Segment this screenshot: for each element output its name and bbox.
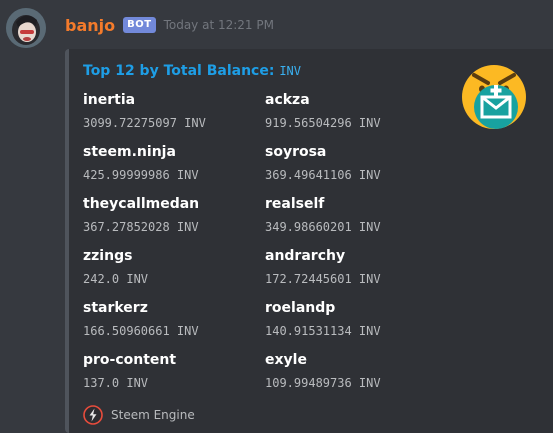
mail-plus-icon xyxy=(462,65,526,129)
field-rank-10: roelandp 140.91531134 INV xyxy=(265,299,381,339)
field-name: starkerz xyxy=(83,300,148,316)
field-rank-8: andrarchy 172.72445601 INV xyxy=(265,247,381,287)
embed-thumbnail[interactable] xyxy=(462,65,526,129)
field-value: 349.98660201 INV xyxy=(265,220,381,234)
field-name: soyrosa xyxy=(265,144,327,160)
message-timestamp: Today at 12:21 PM xyxy=(163,18,274,32)
field-rank-5: theycallmedan 367.27852028 INV xyxy=(83,195,199,235)
field-value: 172.72445601 INV xyxy=(265,272,381,286)
field-value: 109.99489736 INV xyxy=(265,376,381,390)
field-name: zzings xyxy=(83,248,133,264)
embed-footer: Steem Engine xyxy=(83,405,195,425)
field-value: 3099.72275097 INV xyxy=(83,116,206,130)
field-value: 242.0 INV xyxy=(83,272,149,286)
embed-card: Top 12 by Total Balance: INV inertia 309… xyxy=(65,49,553,433)
message-header: banjo BOT Today at 12:21 PM xyxy=(65,14,274,36)
field-rank-3: steem.ninja 425.99999986 INV xyxy=(83,143,199,183)
username[interactable]: banjo xyxy=(65,16,115,35)
field-value: 166.50960661 INV xyxy=(83,324,199,338)
field-value: 919.56504296 INV xyxy=(265,116,381,130)
field-rank-4: soyrosa 369.49641106 INV xyxy=(265,143,381,183)
field-rank-11: pro-content 137.0 INV xyxy=(83,351,176,391)
field-value: 425.99999986 INV xyxy=(83,168,199,182)
field-name: roelandp xyxy=(265,300,336,316)
field-name: realself xyxy=(265,196,325,212)
field-rank-2: ackza 919.56504296 INV xyxy=(265,91,381,131)
field-name: steem.ninja xyxy=(83,144,176,160)
field-rank-1: inertia 3099.72275097 INV xyxy=(83,91,206,131)
field-rank-9: starkerz 166.50960661 INV xyxy=(83,299,199,339)
footer-text: Steem Engine xyxy=(111,408,195,422)
field-value: 369.49641106 INV xyxy=(265,168,381,182)
embed-title: Top 12 by Total Balance: INV xyxy=(83,63,301,79)
embed-title-code: INV xyxy=(279,64,301,78)
steem-engine-icon xyxy=(83,405,103,425)
field-rank-6: realself 349.98660201 INV xyxy=(265,195,381,235)
field-name: exyle xyxy=(265,352,307,368)
field-rank-7: zzings 242.0 INV xyxy=(83,247,148,287)
bot-badge: BOT xyxy=(123,17,156,33)
field-name: ackza xyxy=(265,92,310,108)
field-name: pro-content xyxy=(83,352,177,368)
field-name: inertia xyxy=(83,92,136,108)
field-rank-12: exyle 109.99489736 INV xyxy=(265,351,381,391)
field-value: 140.91531134 INV xyxy=(265,324,381,338)
field-value: 137.0 INV xyxy=(83,376,149,390)
banjo-avatar-icon xyxy=(6,8,46,48)
embed-title-text: Top 12 by Total Balance: xyxy=(83,63,275,79)
field-value: 367.27852028 INV xyxy=(83,220,199,234)
user-avatar[interactable] xyxy=(6,8,46,48)
field-name: theycallmedan xyxy=(83,196,200,212)
field-name: andrarchy xyxy=(265,248,346,264)
